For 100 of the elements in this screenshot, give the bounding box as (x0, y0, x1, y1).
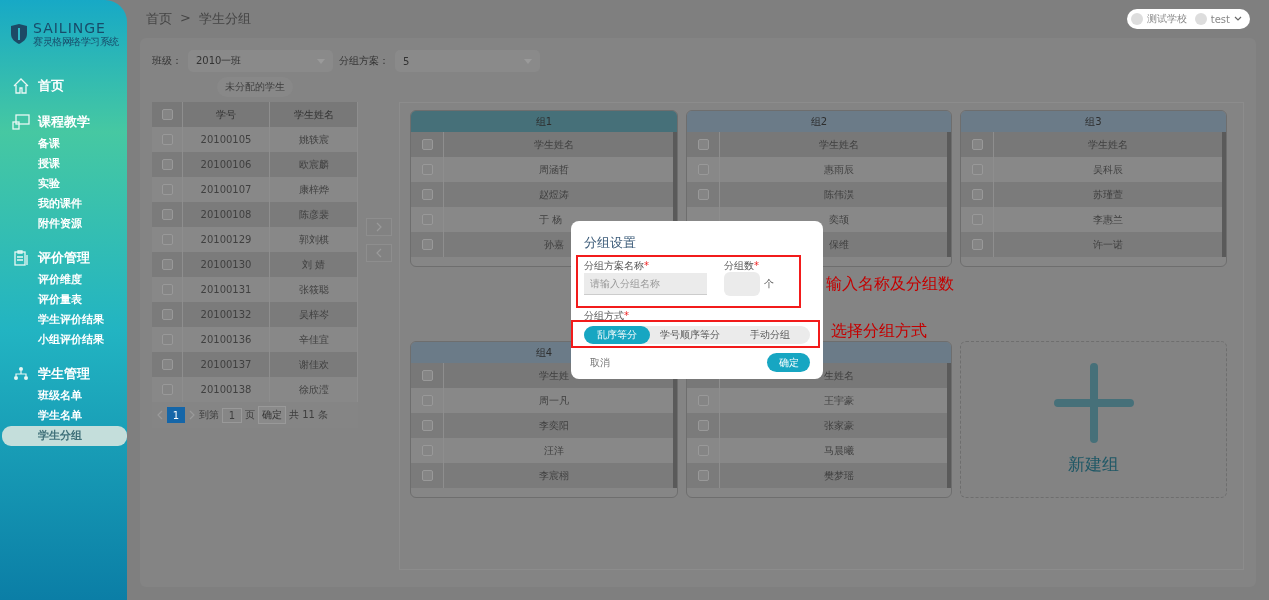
org-chart-icon (12, 365, 30, 383)
submenu-item[interactable]: 学生名单 (38, 406, 127, 426)
field-label: 分组数* (724, 260, 760, 272)
submenu-item[interactable]: 学生分组 (2, 426, 127, 446)
submenu-item[interactable]: 班级名单 (38, 386, 127, 406)
field-label: 分组方式* (584, 310, 629, 321)
home-icon (12, 77, 30, 95)
clipboard-icon (12, 249, 30, 267)
submenu-item[interactable]: 我的课件 (38, 194, 127, 214)
logo-name: SAILINGE (33, 21, 107, 36)
table-cell: 吴科辰 (1093, 162, 1123, 177)
table-cell: 20100137 (183, 352, 270, 377)
select-field[interactable]: 5 (395, 50, 540, 72)
table-cell: 张筱聪 (270, 277, 358, 302)
mode-option[interactable]: 乱序等分 (584, 326, 650, 344)
table-cell: 20100130 (183, 252, 270, 277)
submenu-item[interactable]: 备课 (38, 134, 127, 154)
menu-item[interactable]: 评价管理 (38, 249, 90, 267)
user-name[interactable]: test (1210, 13, 1230, 25)
move-right-button[interactable] (365, 217, 392, 236)
table-cell: 惠雨辰 (823, 162, 854, 177)
table-cell: 汪洋 (543, 443, 564, 458)
group-title: 组3 (1085, 114, 1102, 129)
checkbox[interactable] (697, 470, 709, 481)
submenu-item[interactable]: 小组评价结果 (38, 330, 127, 350)
table-cell: 于 杨 (538, 212, 562, 227)
table-cell: 20100129 (183, 227, 270, 252)
checkbox[interactable] (421, 139, 433, 150)
cancel-button[interactable]: 取消 (584, 355, 616, 370)
checkbox[interactable] (161, 159, 173, 170)
table-cell: 20100108 (183, 202, 270, 227)
new-group-card[interactable]: 新建组 (960, 341, 1227, 498)
table-cell: 郭刘棋 (270, 227, 358, 252)
school-name[interactable]: 测试学校 (1146, 12, 1187, 26)
menu-item[interactable]: 学生管理 (38, 365, 90, 383)
filter-label: 班级： (152, 54, 182, 68)
column-header: 学号 (183, 102, 270, 127)
table-cell: 20100136 (183, 327, 270, 352)
mode-option[interactable]: 学号顺序等分 (650, 326, 730, 344)
table-cell: 徐欣滢 (270, 377, 358, 402)
submenu-item[interactable]: 授课 (38, 154, 127, 174)
chevron-left-icon (374, 247, 383, 258)
submenu-item[interactable]: 评价量表 (38, 290, 127, 310)
annotation-text: 输入名称及分组数 (826, 274, 954, 295)
mode-option[interactable]: 手动分组 (730, 326, 810, 344)
submenu-item[interactable]: 学生评价结果 (38, 310, 127, 330)
menu-item[interactable]: 首页 (38, 77, 64, 95)
checkbox[interactable] (971, 189, 983, 200)
checkbox[interactable] (697, 189, 709, 200)
column-header: 学生姓名 (270, 102, 358, 127)
checkbox[interactable] (421, 189, 433, 200)
name-input[interactable]: 请输入分组名称 (584, 273, 707, 295)
presentation-icon (12, 113, 30, 131)
table-cell: 李惠兰 (1093, 212, 1123, 227)
page-button[interactable]: 1 (167, 407, 185, 423)
checkbox[interactable] (161, 109, 173, 120)
checkbox[interactable] (971, 139, 983, 150)
table-cell: 20100138 (183, 377, 270, 402)
page-unit: 页 (245, 408, 255, 422)
confirm-button[interactable]: 确定 (767, 353, 810, 372)
table-cell: 20100106 (183, 152, 270, 177)
table-cell: 马晨曦 (823, 443, 854, 458)
logo-subtitle: 赛灵格网络学习系统 (33, 36, 119, 47)
checkbox[interactable] (421, 420, 433, 431)
checkbox[interactable] (161, 309, 173, 320)
table-cell: 辛佳宜 (270, 327, 358, 352)
filter-label: 分组方案： (339, 54, 389, 68)
submenu-item[interactable]: 附件资源 (38, 214, 127, 234)
table-cell: 周涵哲 (538, 162, 569, 177)
chevron-down-icon[interactable] (1234, 16, 1242, 22)
checkbox[interactable] (421, 470, 433, 481)
unit-label: 个 (764, 277, 774, 291)
checkbox[interactable] (697, 420, 709, 431)
table-cell: 20100105 (183, 127, 270, 152)
total-count: 共 11 条 (289, 408, 329, 422)
table-cell: 20100131 (183, 277, 270, 302)
checkbox[interactable] (697, 139, 709, 150)
chevron-right-icon (374, 221, 383, 232)
table-cell: 奕颉 (828, 212, 849, 227)
move-left-button[interactable] (365, 243, 392, 262)
group-title: 组2 (810, 114, 828, 129)
confirm-button[interactable]: 确定 (258, 406, 286, 424)
checkbox[interactable] (161, 359, 173, 370)
select-field[interactable]: 2010一班 (188, 50, 333, 72)
dialog-title: 分组设置 (584, 234, 637, 252)
submenu-item[interactable]: 实验 (38, 174, 127, 194)
section-label: 未分配的学生 (217, 77, 293, 97)
submenu-item[interactable]: 评价维度 (38, 270, 127, 290)
checkbox[interactable] (421, 370, 433, 381)
annotation-text: 选择分组方式 (831, 321, 927, 342)
breadcrumb-item: > (180, 10, 191, 27)
new-group-label: 新建组 (1068, 453, 1119, 476)
page-input[interactable]: 1 (222, 407, 242, 423)
menu-item[interactable]: 课程教学 (38, 113, 90, 131)
checkbox[interactable] (161, 209, 173, 220)
checkbox[interactable] (421, 239, 433, 250)
plus-icon (1053, 363, 1134, 443)
goto-label: 到第 (199, 408, 219, 422)
checkbox[interactable] (161, 259, 173, 270)
checkbox[interactable] (971, 239, 983, 250)
